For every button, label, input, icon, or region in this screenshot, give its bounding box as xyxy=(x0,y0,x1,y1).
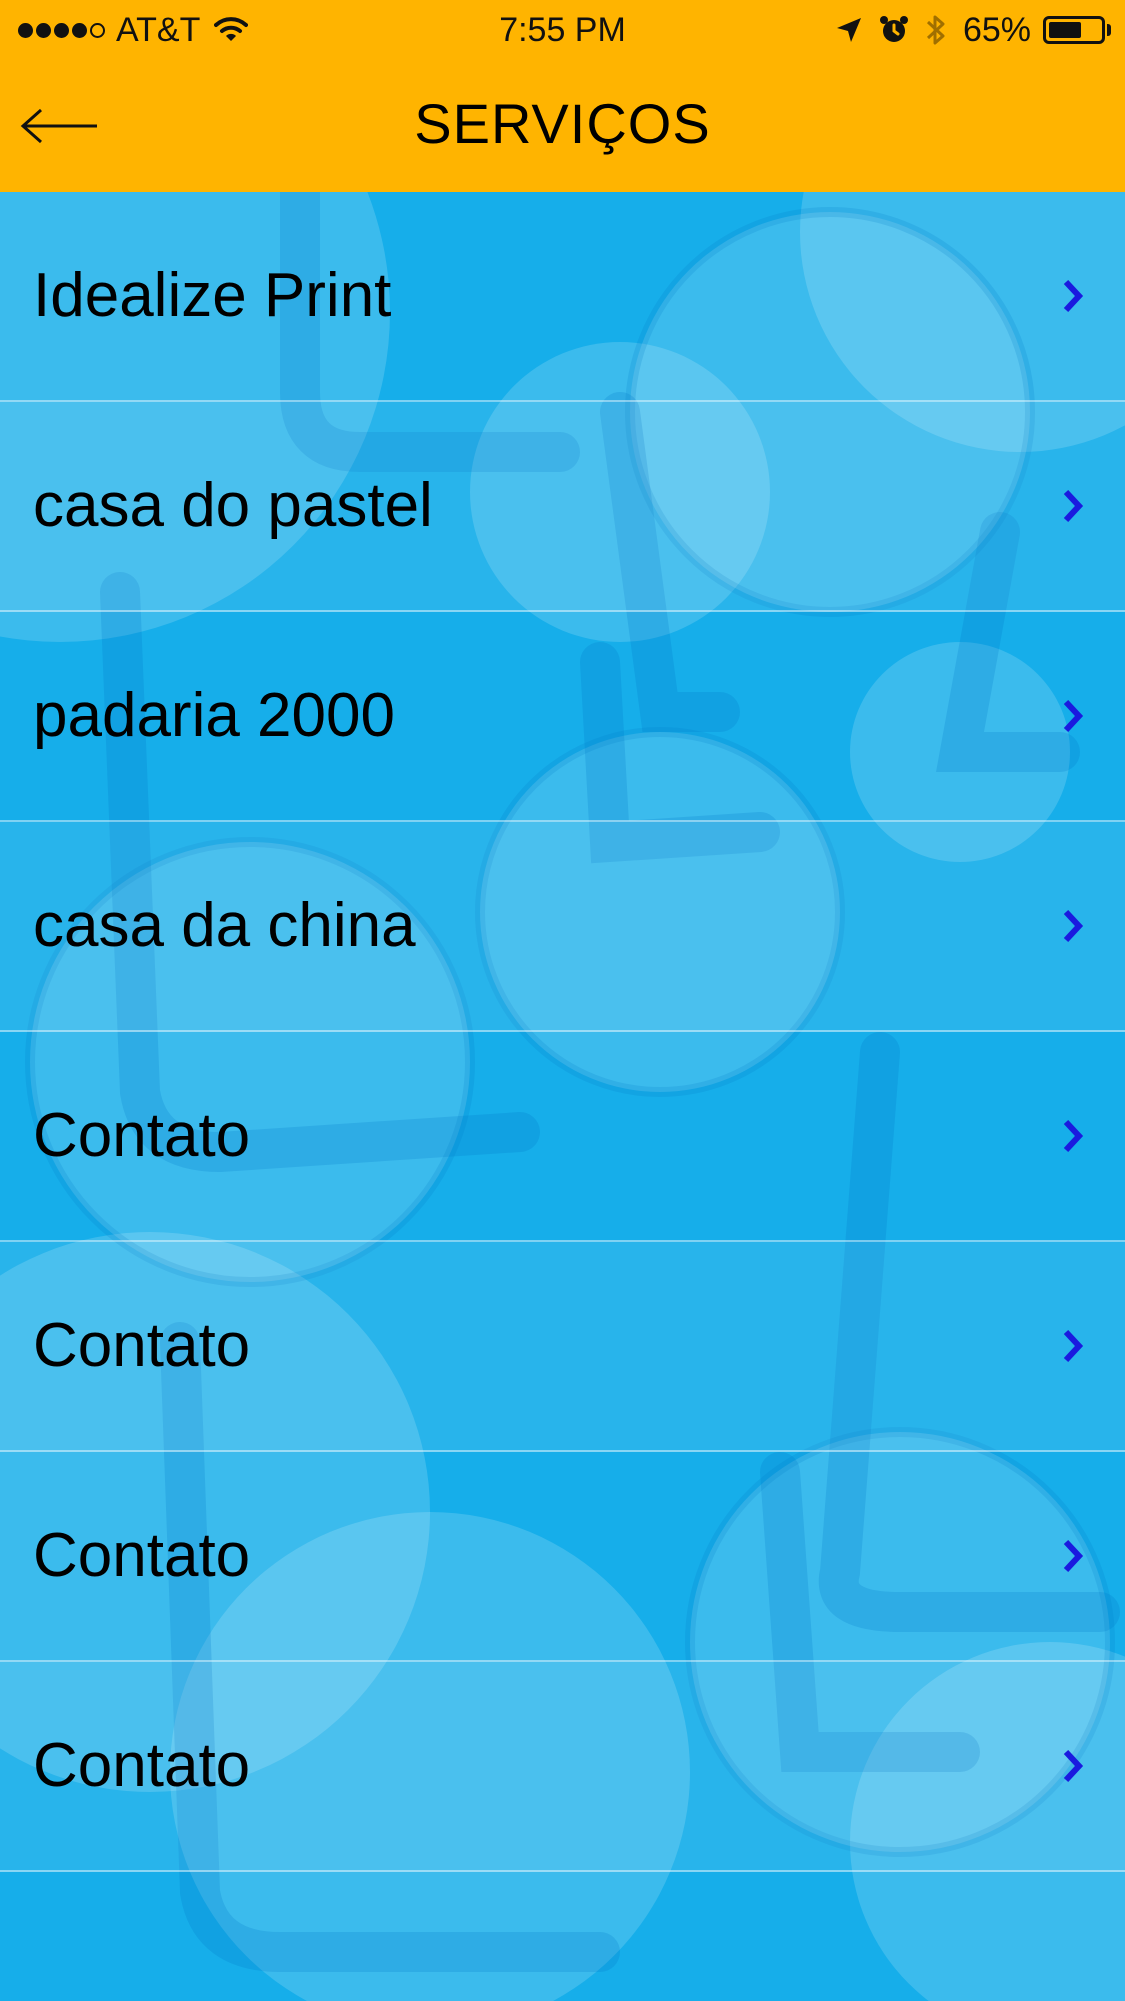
list-item[interactable]: Contato xyxy=(0,1242,1125,1452)
chevron-right-icon xyxy=(1063,1329,1084,1363)
chevron-right-icon xyxy=(1063,699,1084,733)
list-item[interactable]: Contato xyxy=(0,1032,1125,1242)
status-bar-right: 65% xyxy=(819,8,1111,52)
list-item[interactable]: padaria 2000 xyxy=(0,612,1125,822)
services-list: Idealize Print casa do pastel padaria 20… xyxy=(0,192,1125,1872)
battery-percent: 65% xyxy=(962,10,1031,49)
list-item-label: Idealize Print xyxy=(33,261,392,330)
chevron-right-icon xyxy=(1063,1749,1084,1783)
app-header: AT&T 7:55 PM 65% SERVIÇOS xyxy=(0,0,1125,192)
page-title: SERVIÇOS xyxy=(414,92,711,155)
navigation-bar: SERVIÇOS xyxy=(0,64,1125,192)
list-item[interactable]: Contato xyxy=(0,1452,1125,1662)
chevron-right-icon xyxy=(1063,909,1084,943)
alarm-clock-icon xyxy=(879,15,909,45)
chevron-right-icon xyxy=(1063,1539,1084,1573)
list-item-label: casa da china xyxy=(33,891,416,960)
battery-icon xyxy=(1043,16,1105,44)
chevron-right-icon xyxy=(1063,279,1084,313)
list-item[interactable]: casa do pastel xyxy=(0,402,1125,612)
list-item-label: casa do pastel xyxy=(33,471,433,540)
bluetooth-icon xyxy=(925,12,947,48)
list-item-label: Contato xyxy=(33,1521,251,1590)
chevron-right-icon xyxy=(1063,1119,1084,1153)
status-bar: AT&T 7:55 PM 65% xyxy=(0,0,1125,64)
location-arrow-icon xyxy=(835,16,863,44)
list-item[interactable]: casa da china xyxy=(0,822,1125,1032)
list-item[interactable]: Idealize Print xyxy=(0,192,1125,402)
battery-tip xyxy=(1107,24,1111,36)
list-item-label: Contato xyxy=(33,1311,251,1380)
list-item[interactable]: Contato xyxy=(0,1662,1125,1872)
list-item-label: Contato xyxy=(33,1731,251,1800)
list-item-label: Contato xyxy=(33,1101,251,1170)
list-item-label: padaria 2000 xyxy=(33,681,395,750)
chevron-right-icon xyxy=(1063,489,1084,523)
battery-level xyxy=(1049,22,1082,38)
